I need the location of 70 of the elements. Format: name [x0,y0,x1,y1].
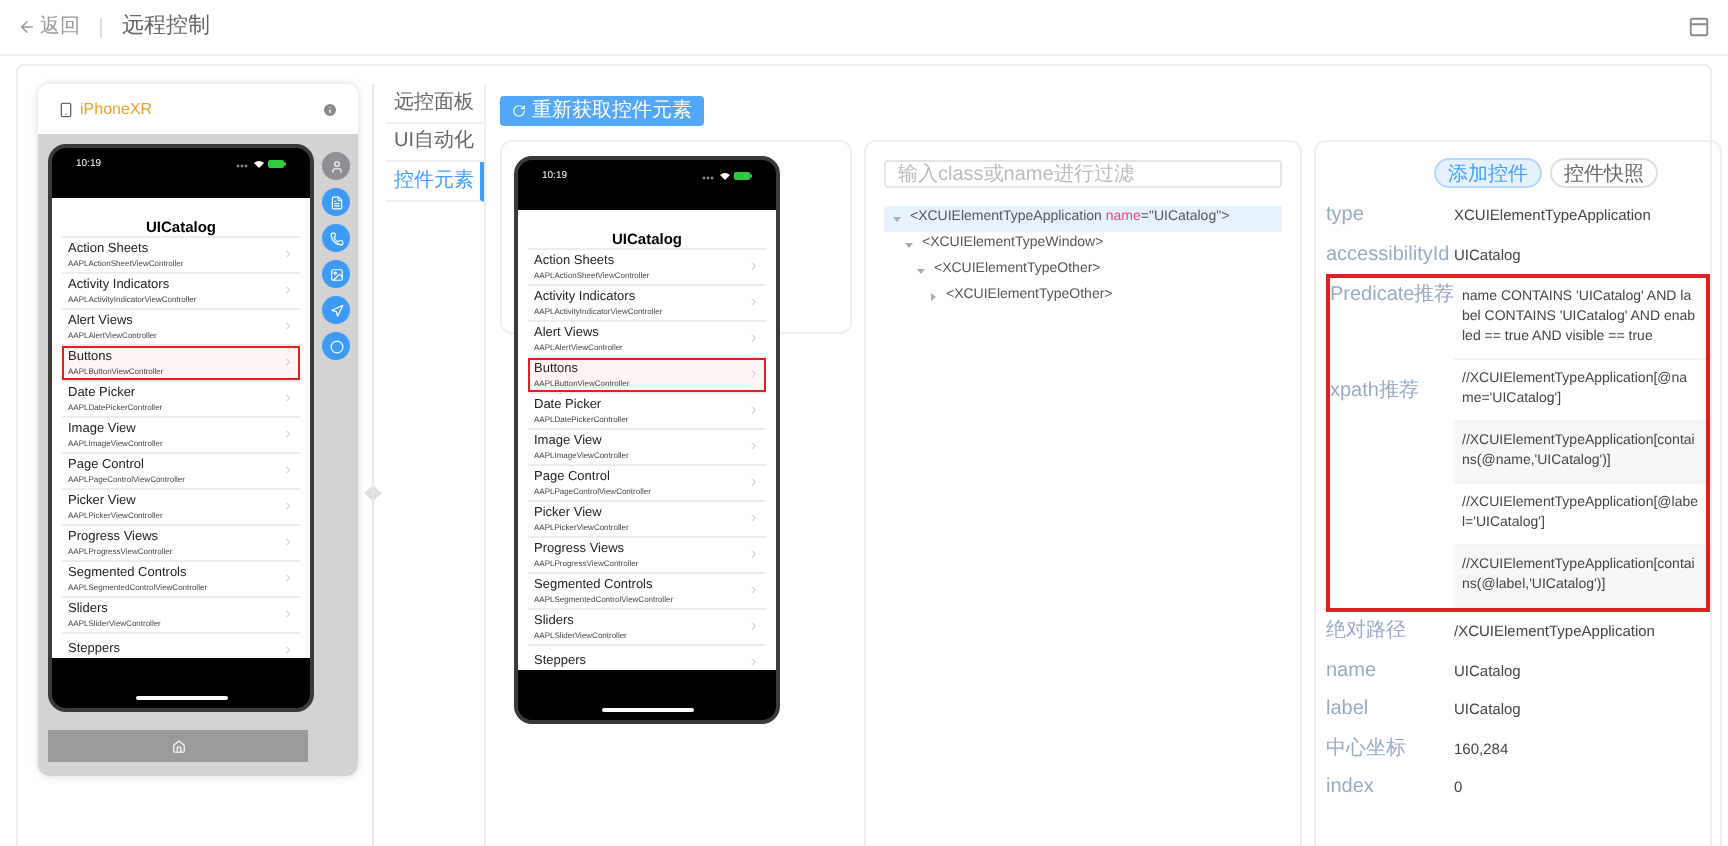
side-button[interactable] [322,260,350,288]
chevron-icon [282,356,294,368]
chevron-icon [748,620,760,632]
battery-icon [268,160,286,168]
chevron-icon [282,392,294,404]
chevron-icon [282,572,294,584]
chevron-icon [282,500,294,512]
chevron-icon [748,476,760,488]
side-button[interactable] [322,296,350,324]
chevron-icon [282,536,294,548]
field-label: index [1326,774,1376,803]
side-tab[interactable]: 远控面板 [386,84,484,123]
filter-field[interactable]: 输入class或name进行过滤 [884,160,1282,188]
home-indicator [135,696,227,700]
chevron-icon [282,608,294,620]
circle-icon [329,339,343,353]
panel-button[interactable]: 控件快照 [1550,158,1658,188]
chevron-icon [282,320,294,332]
chevron-icon [748,296,760,308]
signal-icon [702,173,716,179]
back-arrow-icon [18,18,36,36]
signal-icon [236,161,250,167]
phone-icon [58,101,74,117]
chevron-icon [282,428,294,440]
caret-icon[interactable] [904,240,914,250]
device-name: iPhoneXR [80,97,153,121]
navigation-arrow-icon [329,303,343,317]
caret-icon[interactable] [928,292,938,302]
chevron-icon [748,368,760,380]
chevron-icon [748,404,760,416]
side-button[interactable] [322,224,350,252]
field-label: accessibilityId [1326,241,1452,270]
field-label: label [1326,696,1371,725]
field-label: name [1326,657,1379,686]
chevron-icon [282,284,294,296]
side-button[interactable] [322,152,350,180]
field-label: xpath推荐 [1330,377,1421,406]
field-label: Predicate推荐 [1330,281,1454,310]
info-icon[interactable] [322,101,338,117]
phone-icon [329,231,343,245]
chevron-icon [282,644,294,656]
home-icon [171,739,185,753]
chevron-icon [282,248,294,260]
image-icon [329,267,343,281]
chevron-icon [748,548,760,560]
field-label: 绝对路径 [1326,617,1408,647]
chevron-icon [748,260,760,272]
chevron-icon [748,332,760,344]
chevron-icon [748,512,760,524]
wifi-icon [254,160,264,168]
side-tab[interactable]: UI自动化 [386,123,484,162]
side-button[interactable] [322,332,350,360]
caret-icon[interactable] [916,266,926,276]
resize-handle-icon[interactable] [363,486,381,500]
chevron-icon [748,440,760,452]
home-indicator [601,708,693,712]
field-label: 中心坐标 [1326,735,1408,764]
document-icon [329,195,343,209]
chevron-icon [748,656,760,668]
person-icon [329,159,343,173]
battery-icon [734,172,752,180]
field-label: type [1326,202,1366,231]
chevron-icon [282,464,294,476]
layout-icon[interactable] [1688,16,1710,38]
side-button[interactable] [322,188,350,216]
wifi-icon [720,172,730,180]
caret-icon[interactable] [892,214,902,224]
page-title: 远程控制 [122,12,210,43]
refresh-icon [512,104,526,118]
chevron-icon [748,584,760,596]
